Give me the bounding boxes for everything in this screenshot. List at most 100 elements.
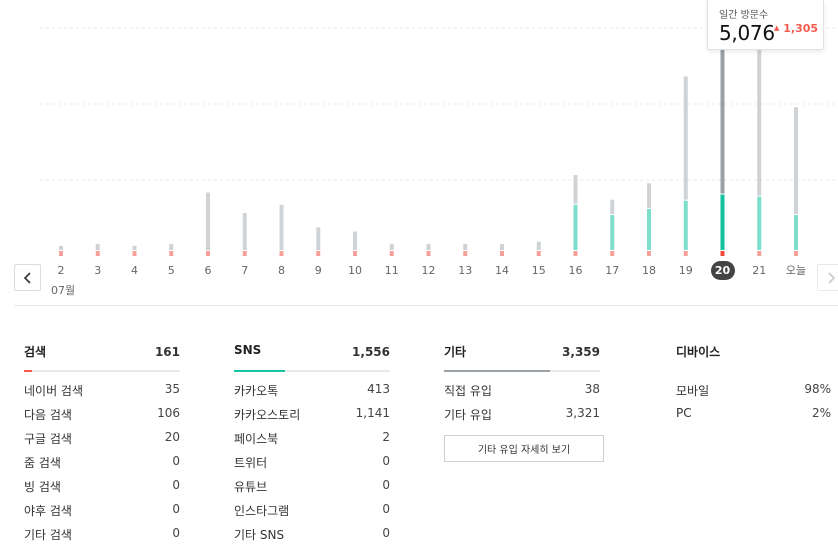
- bar-segment-search: [279, 251, 284, 256]
- device-row: 모바일 98%: [676, 382, 831, 406]
- sns-row-value: 0: [382, 478, 390, 492]
- bar-segment-search: [463, 251, 468, 256]
- bar-segment-other: [316, 227, 321, 250]
- bar-segment-other: [536, 241, 541, 250]
- daily-visits-chart: 2 3 4 5 6 7 8 9 10 11 12 13 14 15 16 17 18 19 20 21 오늘 07월 일…: [0, 0, 838, 305]
- other-list: 직접 유입 38 기타 유입 3,321: [444, 382, 600, 430]
- x-tick-label[interactable]: 7: [230, 264, 260, 278]
- sns-row-value: 413: [367, 382, 390, 396]
- x-tick-label[interactable]: 6: [193, 264, 223, 278]
- x-tick-label[interactable]: 11: [377, 264, 407, 278]
- x-tick-label[interactable]: 2: [46, 264, 76, 278]
- tooltip-value: 5,076: [719, 21, 775, 45]
- other-row: 기타 유입 3,321: [444, 406, 600, 430]
- search-row-value: 0: [172, 454, 180, 468]
- sns-row-label: 유튜브: [234, 480, 268, 494]
- x-tick-label[interactable]: 15: [524, 264, 554, 278]
- x-tick-label[interactable]: 12: [414, 264, 444, 278]
- tooltip-title: 일간 방문수: [719, 10, 769, 21]
- sns-row-value: 1,141: [355, 406, 390, 420]
- search-progress-fill: [24, 370, 32, 372]
- sns-row-label: 카카오톡: [234, 384, 279, 398]
- bar-segment-other: [463, 243, 468, 250]
- x-tick-label[interactable]: 5: [156, 264, 186, 278]
- device-row-value: 98%: [804, 382, 831, 396]
- sns-row-value: 0: [382, 502, 390, 516]
- x-tick-label[interactable]: 10: [340, 264, 370, 278]
- section-divider: [14, 305, 838, 306]
- x-tick-label-selected[interactable]: 20: [710, 261, 735, 280]
- chevron-left-icon: [23, 271, 31, 284]
- sns-progress-fill: [234, 370, 286, 372]
- search-row-value: 35: [164, 382, 180, 396]
- bar-segment-other: [353, 231, 357, 250]
- bar-segment-search: [573, 251, 578, 256]
- other-header: 기타 3,359: [444, 340, 600, 372]
- sns-row: 기타 SNS 0: [234, 526, 390, 550]
- sns-row-label: 트위터: [234, 456, 268, 470]
- search-list: 네이버 검색 35 다음 검색 106 구글 검색 20 줌 검색 0 빙 검색 0 야후 검색 0 기…: [24, 382, 180, 550]
- x-tick-label[interactable]: 오늘: [781, 264, 811, 278]
- bar-segment-search: [426, 251, 431, 256]
- other-progress-fill: [444, 370, 551, 372]
- device-row: PC 2%: [676, 406, 831, 430]
- search-progress-track: [24, 370, 180, 372]
- sns-row: 카카오톡 413: [234, 382, 390, 406]
- chevron-right-icon: [827, 271, 835, 284]
- x-tick-label[interactable]: 14: [487, 264, 517, 278]
- x-tick-label[interactable]: 19: [671, 264, 701, 278]
- bar-segment-other: [683, 76, 688, 200]
- x-tick-label[interactable]: 4: [120, 264, 150, 278]
- bar-segment-search: [95, 251, 100, 256]
- x-tick-label[interactable]: 16: [561, 264, 591, 278]
- x-tick-label[interactable]: 13: [450, 264, 480, 278]
- search-row-value: 0: [172, 502, 180, 516]
- tooltip-delta-value: 1,305: [783, 22, 819, 35]
- sns-total: 1,556: [352, 345, 390, 359]
- sns-list: 카카오톡 413 카카오스토리 1,141 페이스북 2 트위터 0 유튜브 0 인스타그램 0 기타 …: [234, 382, 390, 550]
- bar-segment-other: [500, 243, 504, 250]
- device-row-value: 2%: [811, 406, 831, 420]
- x-tick-label[interactable]: 3: [83, 264, 113, 278]
- tooltip-delta: ▲ 1,305: [774, 22, 818, 35]
- search-row-value: 0: [172, 526, 180, 540]
- x-tick-label[interactable]: 8: [267, 264, 297, 278]
- bar-segment-search: [757, 251, 762, 256]
- next-period-button[interactable]: [817, 264, 838, 291]
- prev-period-button[interactable]: [14, 264, 41, 291]
- sns-row-label: 인스타그램: [234, 504, 290, 518]
- other-title: 기타: [444, 345, 467, 359]
- bar-segment-search: [720, 251, 725, 256]
- bar-segment-search: [59, 251, 63, 256]
- bar-segment-search: [316, 251, 321, 256]
- month-label: 07월: [51, 284, 76, 297]
- bar-segment-search: [647, 251, 651, 256]
- other-row: 직접 유입 38: [444, 382, 600, 406]
- bar-segment-search: [242, 251, 247, 256]
- x-tick-label[interactable]: 9: [303, 264, 333, 278]
- search-row-label: 줌 검색: [24, 456, 61, 470]
- x-tick-label[interactable]: 21: [744, 264, 774, 278]
- device-stats: 디바이스 모바일 98% PC 2%: [676, 340, 831, 430]
- bar-segment-other: [720, 41, 725, 194]
- x-tick-label[interactable]: 17: [597, 264, 627, 278]
- device-header: 디바이스: [676, 340, 831, 370]
- other-inflow-detail-button[interactable]: 기타 유입 자세히 보기: [444, 435, 604, 462]
- bar-segment-other: [169, 243, 174, 250]
- bar-segment-other: [59, 245, 63, 250]
- sns-header: SNS 1,556: [234, 340, 390, 372]
- bar-segment-search: [794, 251, 798, 256]
- other-total: 3,359: [562, 345, 600, 359]
- bar-segment-sns: [794, 215, 798, 250]
- search-stats: 검색 161 네이버 검색 35 다음 검색 106 구글 검색 20 줌 검색 0 빙 검색 0…: [24, 340, 180, 550]
- sns-row: 트위터 0: [234, 454, 390, 478]
- other-stats: 기타 3,359 직접 유입 38 기타 유입 3,321 기타 유입 자세히 보기: [444, 340, 604, 462]
- search-row-label: 네이버 검색: [24, 384, 84, 398]
- search-title: 검색: [24, 345, 47, 359]
- search-row: 네이버 검색 35: [24, 382, 180, 406]
- x-tick-label[interactable]: 18: [634, 264, 664, 278]
- bar-segment-other: [132, 245, 137, 250]
- device-title: 디바이스: [676, 345, 721, 359]
- bar-segment-other: [794, 107, 798, 215]
- search-header: 검색 161: [24, 340, 180, 372]
